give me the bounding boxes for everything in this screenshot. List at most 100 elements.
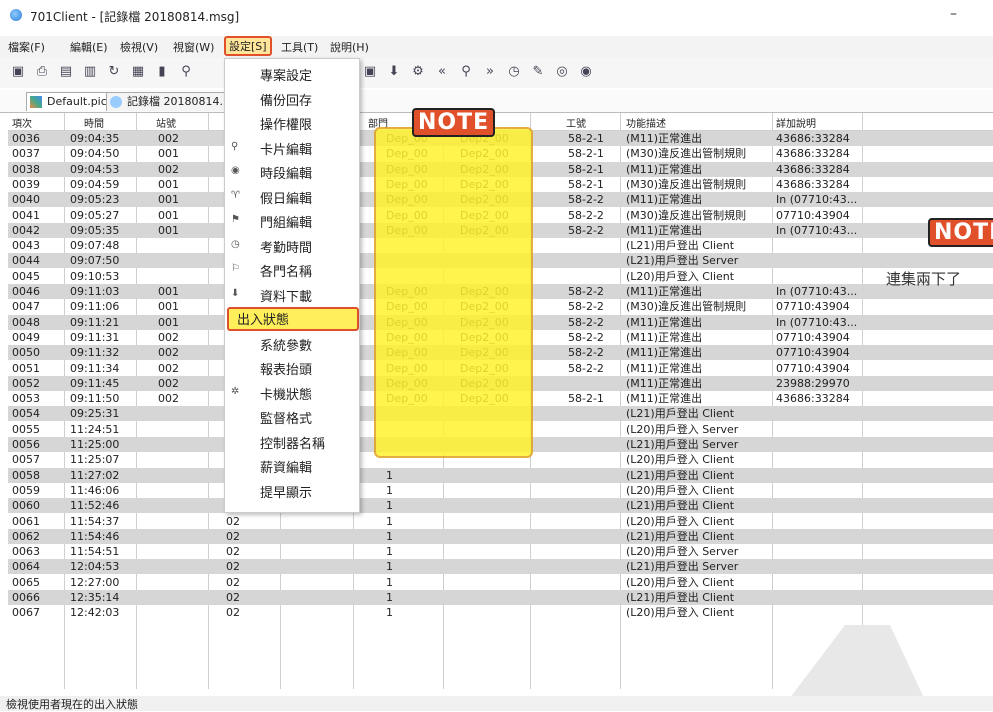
search-icon[interactable]: ⚲ — [458, 64, 474, 80]
menu-view[interactable]: 檢視(V) — [120, 39, 158, 55]
table-cell: 0062 — [12, 529, 40, 543]
settings-menu-item[interactable]: ✲ 卡機狀態 — [225, 381, 359, 403]
menu-item-label: 卡機狀態 — [260, 387, 313, 403]
col-header-index[interactable]: 項次 — [12, 115, 32, 130]
settings-icon[interactable]: ⚙ — [410, 64, 426, 80]
table-cell: 02 — [226, 560, 240, 574]
table-cell: (M11)正常進出 — [626, 376, 703, 390]
calendar-icon[interactable]: ▦ — [130, 64, 146, 80]
table-cell: 0051 — [12, 361, 40, 375]
table-cell: (M11)正常進出 — [626, 132, 703, 145]
table-row[interactable]: 0065 12:27:00 02 1 (L20)用戶登入 Client — [8, 575, 993, 590]
table-cell: (M11)正常進出 — [626, 346, 703, 360]
table-cell: 09:11:34 — [70, 361, 120, 375]
settings-menu-item[interactable]: ⬇ 資料下載 — [225, 283, 359, 305]
table-cell: 07710:43904 — [776, 208, 850, 222]
table-row[interactable]: 0064 12:04:53 02 1 (L21)用戶登出 Server — [8, 559, 993, 575]
table-row[interactable]: 0061 11:54:37 02 1 (L20)用戶登入 Client — [8, 514, 993, 529]
table-cell: 001 — [158, 285, 179, 298]
table-cell: 43686:33284 — [776, 177, 850, 191]
menu-tools[interactable]: 工具(T) — [281, 39, 318, 55]
settings-menu-item[interactable]: 操作權限 — [225, 111, 359, 133]
tab-label: 記錄檔 20180814.m — [127, 95, 234, 108]
col-header-station[interactable]: 站號 — [156, 115, 176, 130]
print-icon[interactable]: ⎙ — [34, 64, 50, 80]
open-icon[interactable]: ▤ — [58, 64, 74, 80]
window-title: 701Client - [記錄檔 20180814.msg] — [30, 10, 240, 24]
refresh-icon[interactable]: ↻ — [106, 64, 122, 80]
table-row[interactable]: 005911:46:06021(L20)用戶登入 Client — [8, 483, 993, 498]
settings-menu-item[interactable]: 控制器名稱 — [225, 430, 359, 452]
settings-menu-item[interactable]: 出入狀態 — [225, 307, 359, 331]
menu-help[interactable]: 說明(H) — [330, 39, 369, 55]
table-row[interactable]: 0063 11:54:51 02 1 (L20)用戶登入 Server — [8, 544, 993, 559]
first-icon[interactable]: « — [434, 64, 450, 80]
clock-icon[interactable]: ◷ — [506, 64, 522, 80]
chart-icon[interactable]: ▮ — [154, 64, 170, 80]
save-icon[interactable]: ▣ — [10, 64, 26, 80]
table-cell: 58-2-1 — [568, 392, 604, 406]
menu-file[interactable]: 檔案(F) — [8, 39, 45, 55]
settings-menu-item[interactable]: 系統參數 — [225, 332, 359, 354]
table-cell: 43686:33284 — [776, 147, 850, 161]
settings-dropdown-menu: 專案設定備份回存 操作權限 ⚲ 卡片編輯 ◉ 時段編輯 ♈ 假日編輯 ⚑ 門組編輯 ◷ 考勤時間 ⚐ 各門… — [224, 58, 360, 513]
table-cell: (L21)用戶登出 Client — [626, 499, 735, 513]
table-cell: 12:35:14 — [70, 591, 120, 604]
col-header-time[interactable]: 時間 — [84, 115, 104, 130]
settings-menu-item[interactable]: ♈ 假日編輯 — [225, 185, 359, 207]
col-header-detail[interactable]: 詳加說明 — [776, 115, 816, 130]
table-cell: 58-2-2 — [568, 300, 604, 314]
record-icon[interactable]: ◉ — [578, 64, 594, 80]
pin-icon[interactable]: ✎ — [530, 64, 546, 80]
menu-item-label: 門組編輯 — [260, 216, 313, 231]
folder-icon[interactable]: ▥ — [82, 64, 98, 80]
table-cell: (M11)正常進出 — [626, 162, 703, 176]
table-row[interactable]: 005811:27:02021(L21)用戶登出 Client — [8, 467, 993, 483]
minimize-button[interactable]: – — [950, 6, 957, 22]
menu-edit[interactable]: 編輯(E) — [70, 39, 108, 55]
settings-menu-item[interactable]: ⚲ 卡片編輯 — [225, 136, 359, 158]
settings-menu-item[interactable]: 專案設定 — [225, 62, 359, 84]
table-cell: 0048 — [12, 315, 40, 329]
col-header-function[interactable]: 功能描述 — [626, 115, 666, 130]
settings-menu-item[interactable]: 薪資編輯 — [225, 454, 359, 476]
play-icon[interactable]: ◎ — [554, 64, 570, 80]
tool-icon[interactable]: ⚲ — [178, 64, 194, 80]
table-cell: 09:11:21 — [70, 315, 120, 329]
menu-item-label: 監督格式 — [260, 412, 313, 427]
col-header-employee-id[interactable]: 工號 — [566, 115, 586, 130]
table-row[interactable]: 006011:52:46021(L21)用戶登出 Client — [8, 498, 993, 514]
table-row[interactable]: 0067 12:42:03 02 1 (L20)用戶登入 Client — [8, 605, 993, 620]
picture-icon — [30, 96, 42, 108]
table-cell: 11:54:46 — [70, 529, 120, 543]
menu-item-label: 系統參數 — [260, 338, 313, 354]
settings-menu-item[interactable]: 備份回存 — [225, 87, 359, 109]
tab-log-file[interactable]: 記錄檔 20180814.m — [106, 92, 241, 111]
download-icon[interactable]: ⬇ — [386, 64, 402, 80]
table-cell: 09:11:32 — [70, 346, 120, 360]
table-cell: 0058 — [12, 468, 40, 482]
table-row[interactable]: 0066 12:35:14 02 1 (L21)用戶登出 Client — [8, 590, 993, 605]
table-cell: 07710:43904 — [776, 361, 850, 375]
settings-menu-item[interactable]: ⚑ 門組編輯 — [225, 209, 359, 231]
settings-menu-item[interactable]: ◷ 考勤時間 — [225, 234, 359, 256]
settings-menu-item[interactable]: 監督格式 — [225, 405, 359, 427]
table-cell: 1 — [386, 499, 393, 513]
monitor-icon[interactable]: ▣ — [362, 64, 378, 80]
table-cell: 002 — [158, 361, 179, 375]
table-cell: 43686:33284 — [776, 392, 850, 406]
table-cell: 0043 — [12, 239, 40, 253]
menu-settings[interactable]: 設定[S] — [224, 36, 272, 56]
settings-menu-item[interactable]: ◉ 時段編輯 — [225, 160, 359, 182]
table-cell: 0045 — [12, 269, 40, 283]
table-cell: 11:24:51 — [70, 422, 120, 436]
settings-menu-item[interactable]: 報表抬頭 — [225, 356, 359, 378]
last-icon[interactable]: » — [482, 64, 498, 80]
table-cell: 43686:33284 — [776, 162, 850, 176]
settings-menu-item[interactable]: ⚐ 各門名稱 — [225, 258, 359, 280]
note-badge: NOTE — [412, 108, 496, 137]
table-row[interactable]: 0062 11:54:46 02 1 (L21)用戶登出 Client — [8, 528, 993, 544]
settings-menu-item[interactable]: 提早顯示 — [225, 479, 359, 501]
tab-default-pic[interactable]: Default.pic — [26, 92, 114, 111]
menu-window[interactable]: 視窗(W) — [173, 39, 214, 55]
